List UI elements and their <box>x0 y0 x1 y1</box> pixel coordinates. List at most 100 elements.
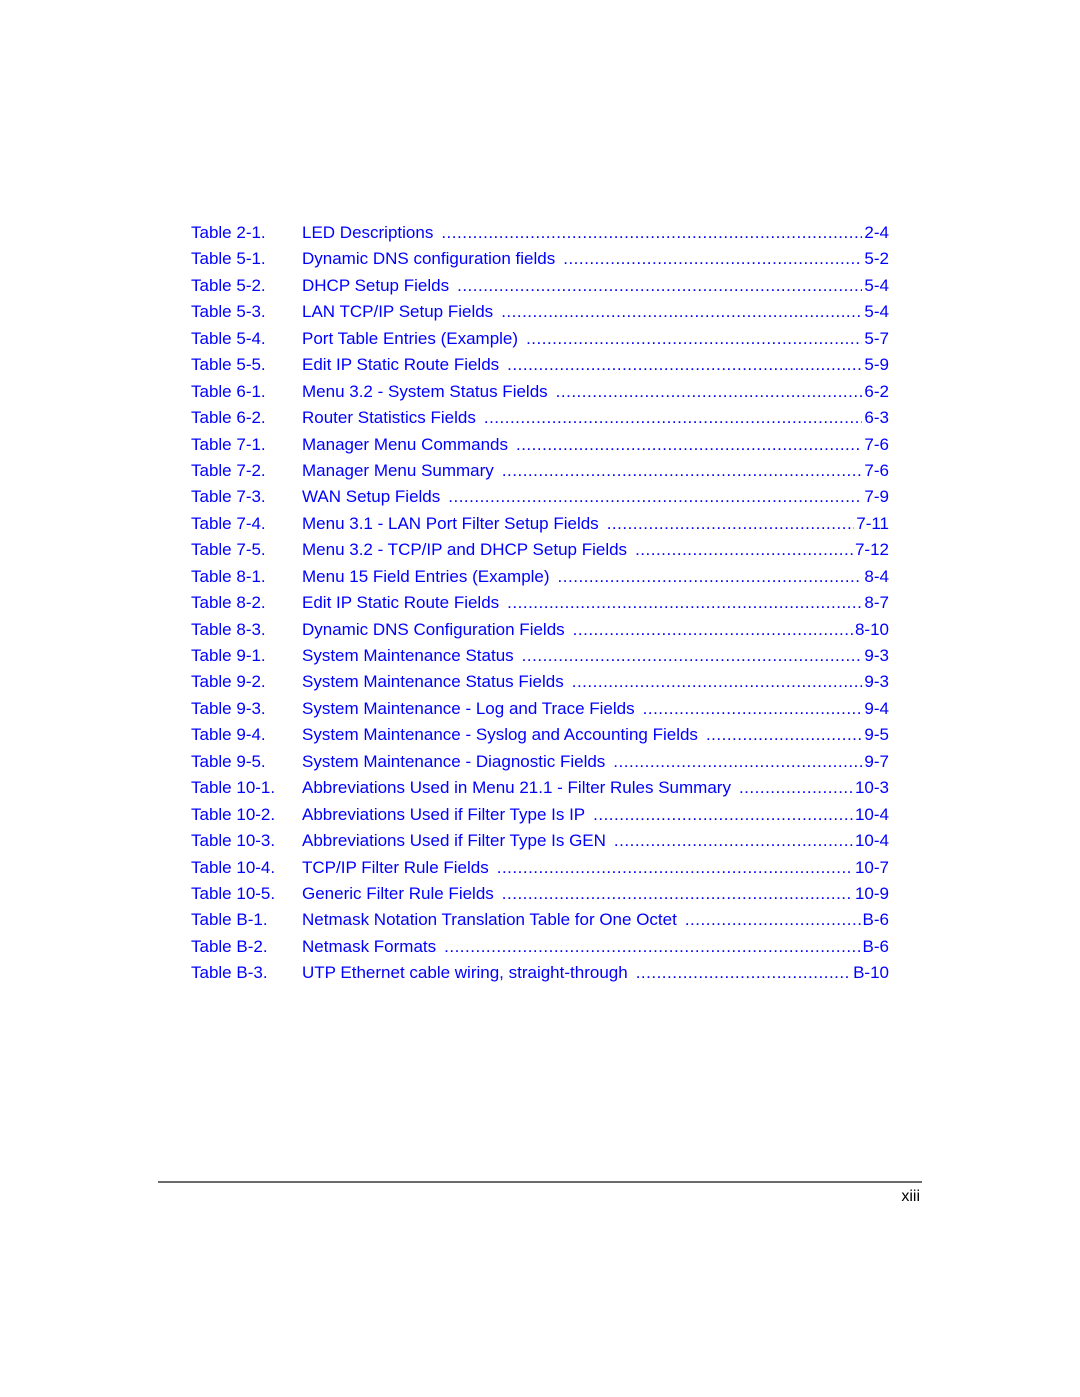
toc-entry[interactable]: Table 7-3. WAN Setup Fields 7-9 <box>191 487 889 513</box>
toc-entry[interactable]: Table 6-1. Menu 3.2 - System Status Field… <box>191 382 889 408</box>
leader-dots <box>607 514 855 534</box>
toc-entry-page: 10-4 <box>854 831 889 851</box>
toc-entry[interactable]: Table 5-1. Dynamic DNS configuration fiel… <box>191 249 889 275</box>
toc-entry-title: WAN Setup Fields <box>302 487 441 507</box>
toc-entry-page: 5-9 <box>864 355 889 375</box>
toc-entry-label: Table 10-3. <box>191 831 276 851</box>
toc-entry[interactable]: Table 8-3. Dynamic DNS Configuration Fiel… <box>191 620 889 646</box>
toc-entry[interactable]: Table 10-4. TCP/IP Filter Rule Fields 10-7 <box>191 858 889 884</box>
toc-entry-title: Generic Filter Rule Fields <box>302 883 494 903</box>
leader-dots <box>507 355 862 375</box>
toc-entry[interactable]: Table 10-2. Abbreviations Used if Filter … <box>191 805 889 831</box>
leader-dots <box>441 223 862 243</box>
toc-entry[interactable]: Table 5-2. DHCP Setup Fields 5-4 <box>191 276 889 302</box>
toc-entry-page: 5-7 <box>864 328 889 348</box>
toc-entry-page: 10-7 <box>854 857 889 877</box>
toc-entry[interactable]: Table 7-1. Manager Menu Commands 7-6 <box>191 435 889 461</box>
toc-entry-title: LAN TCP/IP Setup Fields <box>302 302 494 322</box>
toc-entry-label: Table 9-1. <box>191 646 266 665</box>
toc-entry[interactable]: Table B-2. Netmask Formats B-6 <box>191 937 889 963</box>
toc-entry[interactable]: Table 9-2. System Maintenance Status Fiel… <box>191 672 889 698</box>
toc-entry-page: 7-12 <box>854 540 889 560</box>
toc-entry[interactable]: Table 6-2. Router Statistics Fields 6-3 <box>191 408 889 434</box>
toc-entry-title: DHCP Setup Fields <box>302 275 450 295</box>
toc-entry-page: 9-4 <box>864 698 889 718</box>
toc-entry[interactable]: Table 8-2. Edit IP Static Route Fields 8-7 <box>191 593 889 619</box>
leader-dots <box>502 884 853 904</box>
toc-entry-page: 5-4 <box>864 275 889 295</box>
toc-entry-page: 10-4 <box>854 804 889 824</box>
toc-entry-page: 8-4 <box>864 566 889 586</box>
toc-entry-label: Table 9-2. <box>191 672 266 692</box>
toc-entry-label: Table 9-3. <box>191 698 266 718</box>
leader-dots <box>507 593 862 613</box>
toc-entry[interactable]: Table 10-1. Abbreviations Used in Menu 21… <box>191 778 889 804</box>
toc-entry-title: System Maintenance Status <box>302 646 514 665</box>
list-of-tables: Table 2-1. LED Descriptions 2-4 Table 5-1. D… <box>191 223 889 990</box>
toc-entry-label: Table 10-4. <box>191 857 276 877</box>
toc-entry[interactable]: Table 10-5. Generic Filter Rule Fields 10-… <box>191 884 889 910</box>
toc-entry-title: Router Statistics Fields <box>302 408 476 428</box>
leader-dots <box>526 329 862 349</box>
toc-entry[interactable]: Table 9-1. System Maintenance Status 9-3 <box>191 646 889 672</box>
toc-entry[interactable]: Table 9-4. System Maintenance - Syslog an… <box>191 725 889 751</box>
toc-entry[interactable]: Table B-1. Netmask Notation Translation T… <box>191 910 889 936</box>
toc-entry[interactable]: Table 9-5. System Maintenance - Diagnosti… <box>191 752 889 778</box>
toc-entry-page: 6-2 <box>864 381 889 401</box>
toc-entry-label: Table 10-1. <box>191 778 276 798</box>
toc-entry-page: 9-3 <box>864 646 889 665</box>
leader-dots <box>448 487 862 507</box>
toc-entry[interactable]: Table 5-4. Port Table Entries (Example) 5-… <box>191 329 889 355</box>
toc-entry[interactable]: Table 7-4. Menu 3.1 - LAN Port Filter Set… <box>191 514 889 540</box>
leader-dots <box>643 699 863 719</box>
toc-entry[interactable]: Table 8-1. Menu 15 Field Entries (Example… <box>191 567 889 593</box>
toc-entry[interactable]: Table 7-2. Manager Menu Summary 7-6 <box>191 461 889 487</box>
toc-entry-title: System Maintenance Status Fields <box>302 672 564 692</box>
toc-entry-label: Table 2-1. <box>191 223 266 242</box>
leader-dots <box>556 382 863 402</box>
leader-dots <box>685 910 861 930</box>
toc-entry-label: Table B-2. <box>191 936 268 956</box>
toc-entry-title: Manager Menu Summary <box>302 460 494 480</box>
toc-entry-title: TCP/IP Filter Rule Fields <box>302 857 489 877</box>
toc-entry-title: System Maintenance - Diagnostic Fields <box>302 751 606 771</box>
toc-entry-label: Table 10-5. <box>191 883 276 903</box>
toc-entry-page: 7-11 <box>856 513 889 533</box>
toc-entry-page: 7-6 <box>864 460 889 480</box>
leader-dots <box>636 963 851 983</box>
toc-entry-title: Menu 3.1 - LAN Port Filter Setup Fields <box>302 513 599 533</box>
toc-entry[interactable]: Table 5-3. LAN TCP/IP Setup Fields 5-4 <box>191 302 889 328</box>
leader-dots <box>593 805 853 825</box>
toc-entry-page: 9-7 <box>864 751 889 771</box>
toc-entry-label: Table 9-4. <box>191 725 266 745</box>
toc-entry[interactable]: Table 9-3. System Maintenance - Log and T… <box>191 699 889 725</box>
toc-entry-title: UTP Ethernet cable wiring, straight-thro… <box>302 963 628 983</box>
toc-entry-label: Table 5-4. <box>191 328 266 348</box>
toc-entry-page: 10-9 <box>854 883 889 903</box>
toc-entry-page: B-10 <box>853 963 889 983</box>
toc-entry[interactable]: Table 10-3. Abbreviations Used if Filter … <box>191 831 889 857</box>
toc-entry-title: LED Descriptions <box>302 223 434 242</box>
toc-entry-label: Table 7-4. <box>191 513 266 533</box>
leader-dots <box>501 302 862 322</box>
toc-entry-label: Table 8-2. <box>191 593 266 613</box>
toc-entry[interactable]: Table 2-1. LED Descriptions 2-4 <box>191 223 889 249</box>
toc-entry-page: 8-7 <box>864 593 889 613</box>
toc-entry[interactable]: Table 7-5. Menu 3.2 - TCP/IP and DHCP Set… <box>191 540 889 566</box>
toc-entry-label: Table 9-5. <box>191 751 266 771</box>
toc-entry-label: Table 8-3. <box>191 619 266 639</box>
toc-entry-title: Menu 3.2 - TCP/IP and DHCP Setup Fields <box>302 540 628 560</box>
toc-entry-title: Abbreviations Used if Filter Type Is IP <box>302 804 586 824</box>
toc-entry-page: 10-3 <box>854 778 889 798</box>
toc-entry-title: Edit IP Static Route Fields <box>302 355 500 375</box>
toc-entry-page: B-6 <box>862 910 889 930</box>
toc-entry-label: Table B-1. <box>191 910 268 930</box>
leader-dots <box>516 435 862 455</box>
leader-dots <box>706 725 862 745</box>
leader-dots <box>444 937 860 957</box>
toc-entry-page: 2-4 <box>864 223 889 242</box>
toc-entry[interactable]: Table B-3. UTP Ethernet cable wiring, str… <box>191 963 889 989</box>
toc-entry-title: Netmask Notation Translation Table for O… <box>302 910 677 930</box>
toc-entry-title: Menu 15 Field Entries (Example) <box>302 566 550 586</box>
toc-entry[interactable]: Table 5-5. Edit IP Static Route Fields 5-9 <box>191 355 889 381</box>
